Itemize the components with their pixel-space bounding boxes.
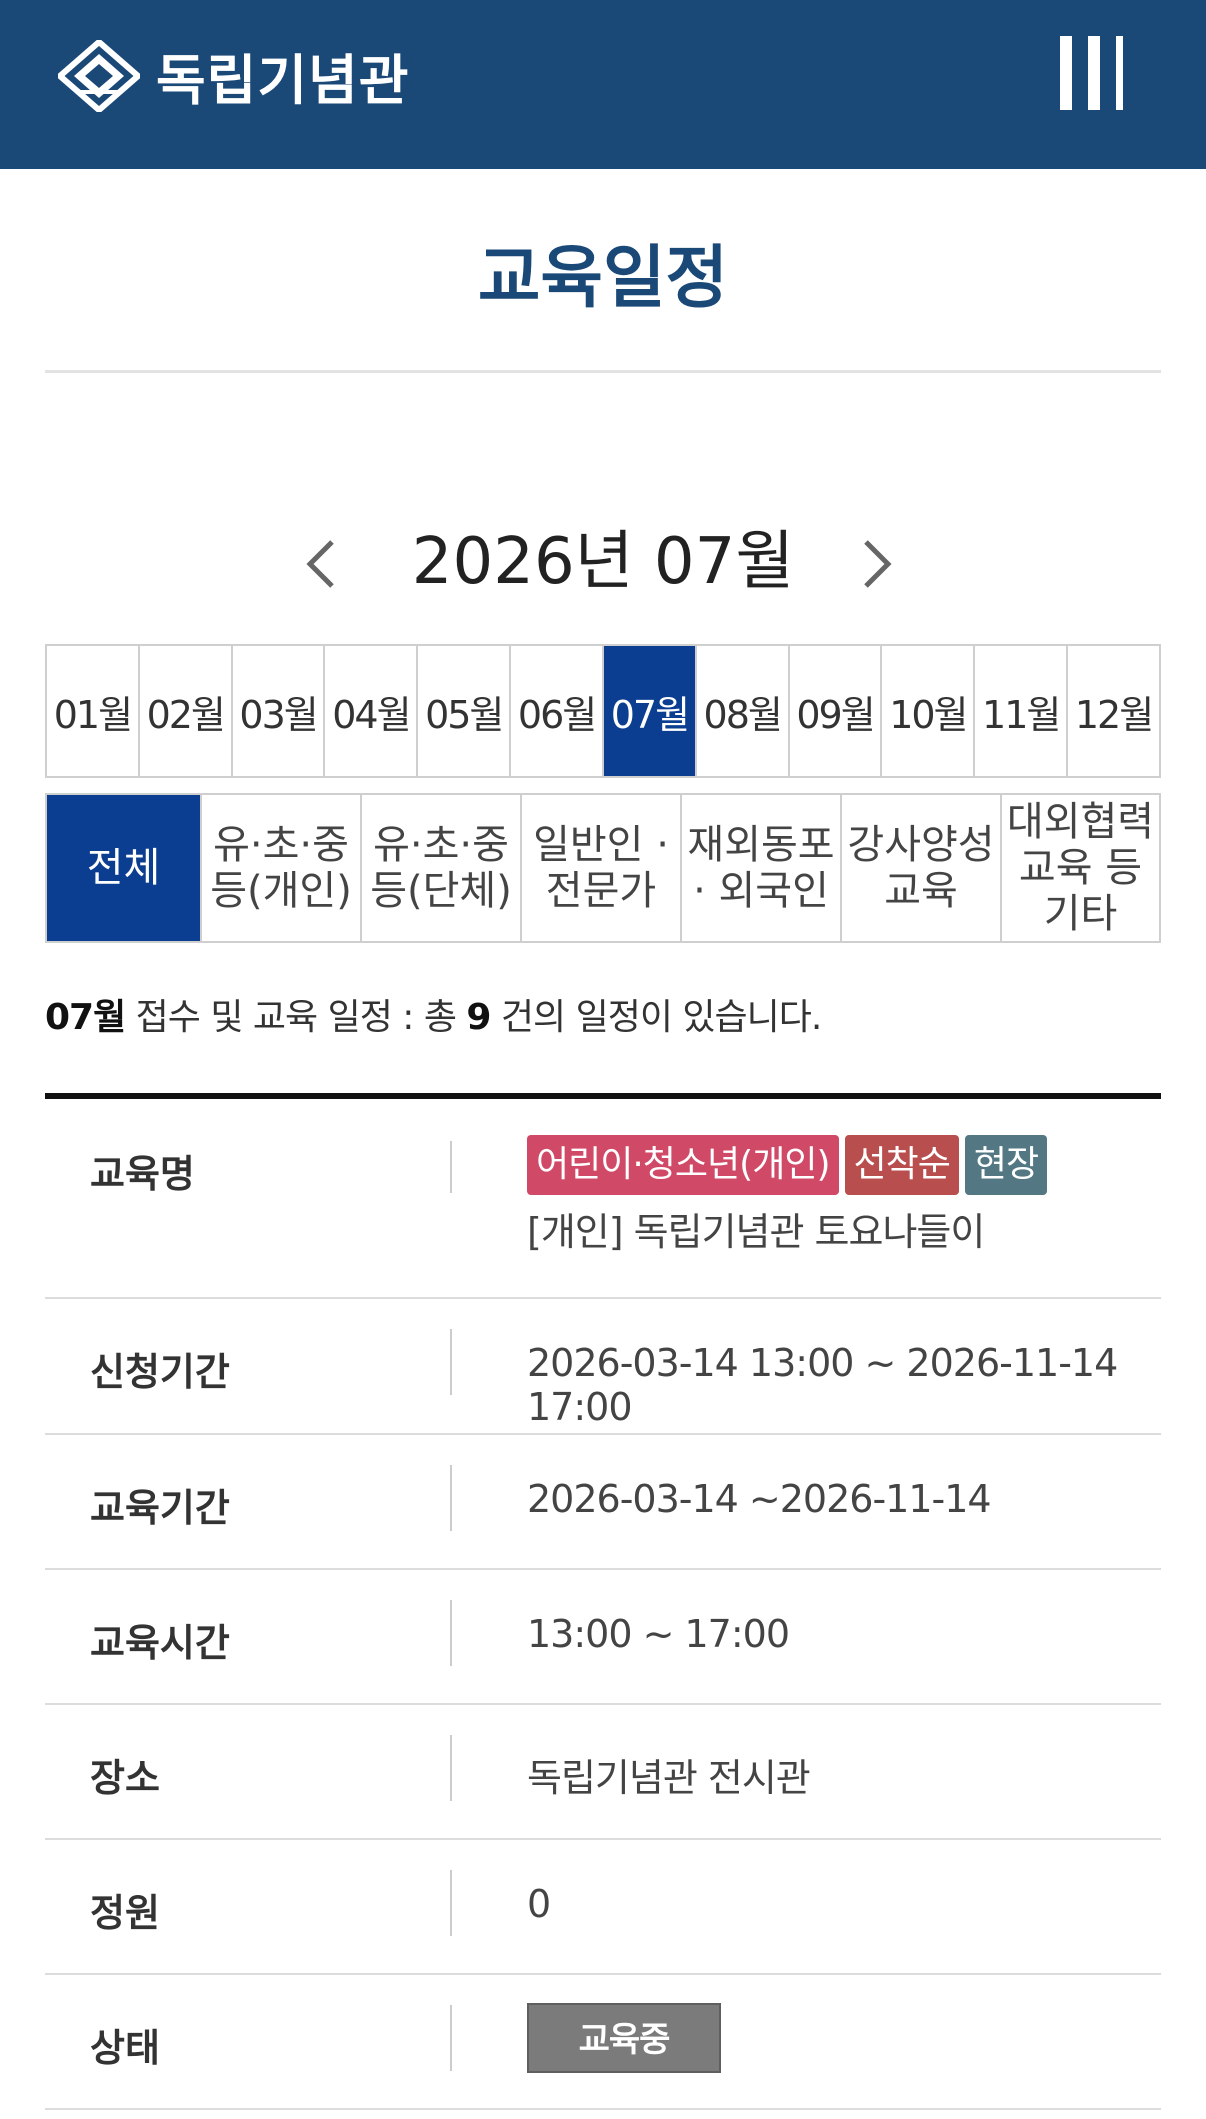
summary-count: 9 <box>466 997 491 1038</box>
category-tab-7[interactable]: 대외협력 교육 등 기타 <box>1002 795 1159 941</box>
status-badge: 교육중 <box>527 2003 721 2073</box>
label-status: 상태 <box>90 2026 160 2070</box>
month-tab-11[interactable]: 11월 <box>975 646 1069 776</box>
month-tab-5[interactable]: 05월 <box>418 646 512 776</box>
logo-emblem-icon <box>58 39 140 112</box>
chevron-right-icon[interactable] <box>858 536 898 592</box>
edu-time-value: 13:00 ~ 17:00 <box>527 1612 790 1656</box>
category-tab-5[interactable]: 재외동포 · 외국인 <box>682 795 842 941</box>
apply-period-value: 2026-03-14 13:00 ~ 2026-11-14 17:00 <box>527 1341 1118 1429</box>
month-tab-4[interactable]: 04월 <box>325 646 419 776</box>
row-edu-time: 교육시간 13:00 ~ 17:00 <box>45 1570 1161 1705</box>
row-edu-period: 교육기간 2026-03-14 ~2026-11-14 <box>45 1435 1161 1570</box>
course-badge: 선착순 <box>844 1135 959 1195</box>
label-place: 장소 <box>90 1756 160 1800</box>
label-edu-period: 교육기간 <box>90 1486 230 1530</box>
menu-icon-bar <box>1088 36 1100 110</box>
capacity-value: 0 <box>527 1882 551 1926</box>
row-capacity: 정원 0 <box>45 1840 1161 1975</box>
menu-icon <box>1060 36 1072 110</box>
course-name-cell: 어린이·청소년(개인) 선착순 현장 [개인] 독립기념관 토요나들이 <box>527 1135 1048 1256</box>
month-tab-9[interactable]: 09월 <box>789 646 883 776</box>
row-divider <box>450 1870 452 1936</box>
month-tab-8[interactable]: 08월 <box>696 646 790 776</box>
category-tab-label: 유·초·중 등(단체) <box>370 822 512 914</box>
summary-text: 접수 및 교육 일정 : 총 <box>125 997 467 1038</box>
label-capacity: 정원 <box>90 1891 160 1935</box>
category-tab-1[interactable]: 전체 <box>47 795 202 941</box>
summary-month: 07월 <box>45 997 126 1038</box>
row-divider <box>450 1329 452 1395</box>
row-status: 상태 교육중 <box>45 1975 1161 2110</box>
row-divider <box>450 1465 452 1531</box>
month-tabs: 01월 02월 03월 04월 05월 06월 07월 08월 09월 10월 11월 12월 <box>45 644 1161 778</box>
course-title[interactable]: [개인] 독립기념관 토요나들이 <box>527 1201 1047 1256</box>
menu-button[interactable] <box>1058 36 1130 110</box>
month-tab-6[interactable]: 06월 <box>511 646 604 776</box>
category-tab-label: 유·초·중 등(개인) <box>210 822 352 914</box>
label-edu-time: 교육시간 <box>90 1621 230 1665</box>
month-tab-10[interactable]: 10월 <box>882 646 976 776</box>
month-tab-12[interactable]: 12월 <box>1068 646 1159 776</box>
row-place: 장소 독립기념관 전시관 <box>45 1705 1161 1840</box>
row-apply-period: 신청기간 2026-03-14 13:00 ~ 2026-11-14 17:00 <box>45 1299 1161 1435</box>
chevron-left-icon[interactable] <box>300 536 340 592</box>
label-apply-period: 신청기간 <box>90 1350 230 1394</box>
current-month-label: 2026년 07월 <box>411 525 795 599</box>
status-cell: 교육중 <box>527 2003 721 2073</box>
row-course-name: 교육명 어린이·청소년(개인) 선착순 현장 [개인] 독립기념관 토요나들이 <box>45 1099 1161 1299</box>
site-logo[interactable]: 독립기념관 <box>58 36 409 115</box>
place-value: 독립기념관 전시관 <box>527 1756 811 1800</box>
category-tab-4[interactable]: 일반인 · 전문가 <box>522 795 682 941</box>
category-tab-3[interactable]: 유·초·중 등(단체) <box>362 795 522 941</box>
category-tab-label: 강사양성 교육 <box>847 822 995 914</box>
month-tab-2[interactable]: 02월 <box>139 646 233 776</box>
summary-suffix: 건의 일정이 있습니다. <box>490 997 822 1038</box>
category-tabs: 전체 유·초·중 등(개인) 유·초·중 등(단체) 일반인 · 전문가 재외동포 · … <box>45 793 1161 943</box>
month-tab-1[interactable]: 01월 <box>47 646 140 776</box>
category-tab-label: 일반인 · 전문가 <box>533 822 669 914</box>
title-divider <box>45 370 1161 373</box>
course-badge: 어린이·청소년(개인) <box>527 1135 839 1195</box>
top-header: 독립기념관 <box>0 0 1206 169</box>
month-tab-3[interactable]: 03월 <box>232 646 326 776</box>
row-divider <box>450 1600 452 1666</box>
month-tab-7[interactable]: 07월 <box>603 646 697 776</box>
menu-icon-bar <box>1116 36 1123 110</box>
month-navigator: 2026년 07월 <box>0 512 1206 612</box>
row-divider <box>450 2005 452 2071</box>
course-badges: 어린이·청소년(개인) 선착순 현장 <box>527 1135 1048 1195</box>
label-course-name: 교육명 <box>90 1152 195 1196</box>
row-divider <box>450 1141 452 1193</box>
category-tab-label: 재외동포 · 외국인 <box>687 822 835 914</box>
category-tab-2[interactable]: 유·초·중 등(개인) <box>202 795 362 941</box>
schedule-summary: 07월 접수 및 교육 일정 : 총 9 건의 일정이 있습니다. <box>45 988 822 1040</box>
logo-text: 독립기념관 <box>156 49 410 112</box>
course-badge: 현장 <box>964 1135 1048 1195</box>
edu-period-value: 2026-03-14 ~2026-11-14 <box>527 1477 992 1521</box>
category-tab-6[interactable]: 강사양성 교육 <box>842 795 1002 941</box>
page-title: 교육일정 <box>477 239 729 318</box>
category-tab-label: 전체 <box>86 845 161 891</box>
row-divider <box>450 1735 452 1801</box>
category-tab-label: 대외협력 교육 등 기타 <box>1006 799 1155 937</box>
